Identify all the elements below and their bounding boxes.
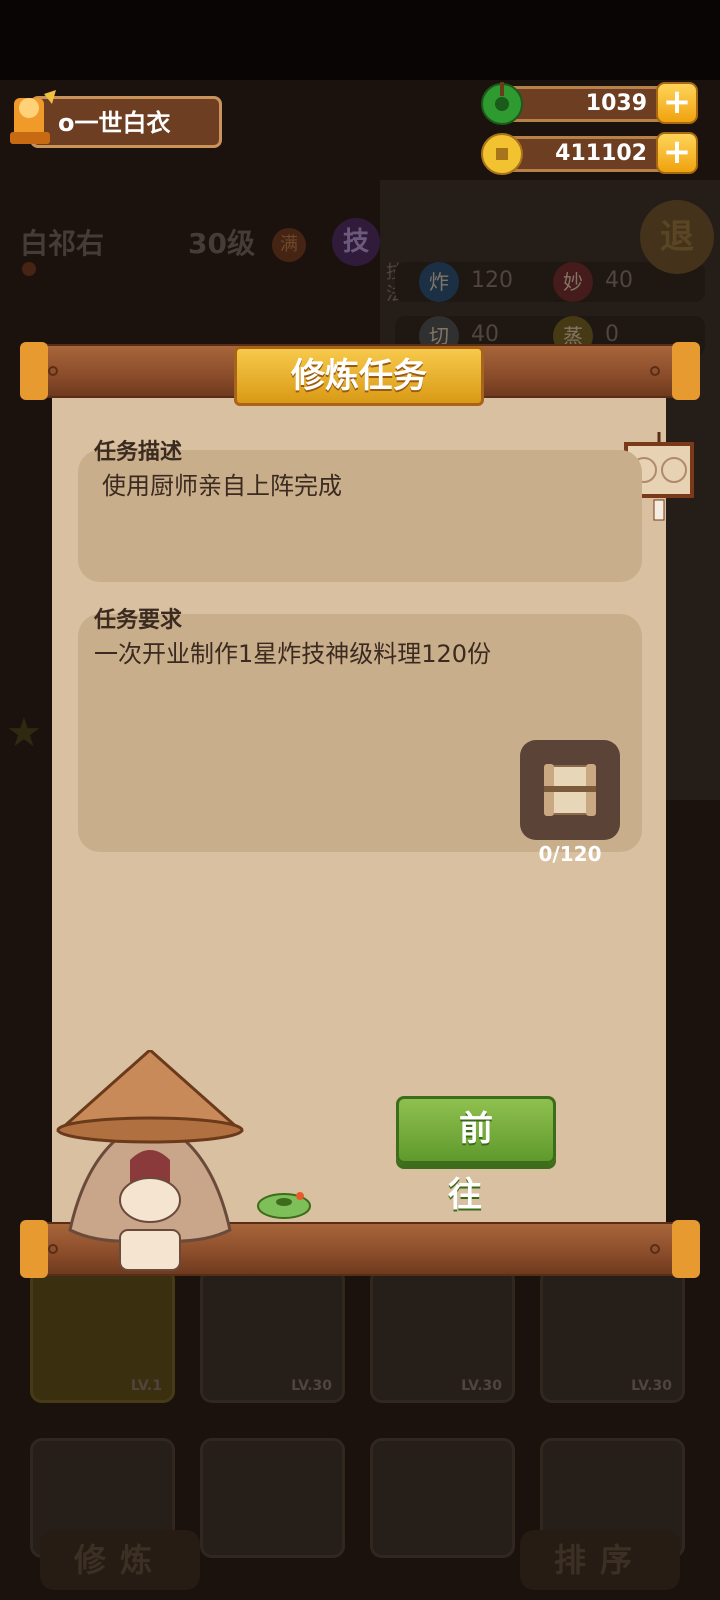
beam-cap-left: [20, 1220, 48, 1278]
player-avatar-icon[interactable]: [4, 88, 58, 148]
recipe-scroll-icon: [544, 764, 596, 816]
add-jade-button[interactable]: +: [656, 82, 698, 124]
beam-cap-right: [672, 1220, 700, 1278]
beam-cap-left: [20, 342, 48, 400]
nail-icon: [650, 1244, 660, 1254]
player-name: o一世白衣: [58, 109, 171, 137]
coin-icon: [481, 133, 523, 175]
nail-icon: [650, 366, 660, 376]
straw-hat-mascot-icon: [56, 1050, 244, 1271]
add-coin-button[interactable]: +: [656, 132, 698, 174]
go-button-label[interactable]: 前 往: [396, 1096, 556, 1215]
jade-ornament-icon: [257, 1192, 311, 1219]
nail-icon: [48, 366, 58, 376]
dialog-title: 修炼任务: [291, 356, 427, 396]
requirement-text: 一次开业制作1星炸技神级料理120份: [94, 640, 492, 668]
task-progress: 0/120: [538, 842, 602, 866]
description-header: 任务描述: [94, 440, 183, 465]
requirement-header: 任务要求: [94, 608, 183, 633]
description-text: 使用厨师亲自上阵完成: [102, 472, 342, 500]
beam-cap-right: [672, 342, 700, 400]
jade-icon: [481, 82, 523, 125]
